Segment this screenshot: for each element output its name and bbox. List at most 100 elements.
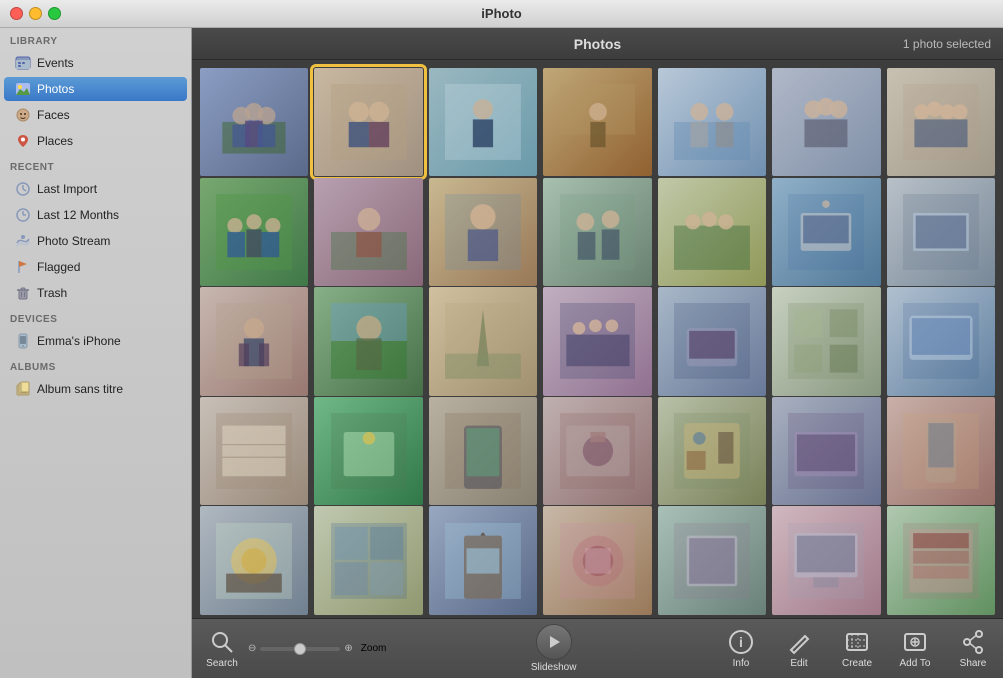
photo-thumb[interactable] <box>658 178 766 286</box>
photo-thumb[interactable] <box>772 506 880 614</box>
photo-thumb[interactable] <box>887 178 995 286</box>
sidebar-label-events: Events <box>37 56 74 70</box>
photo-thumb[interactable] <box>429 68 537 176</box>
photo-thumb[interactable] <box>658 287 766 395</box>
last-12-months-icon <box>14 206 32 224</box>
sidebar: Library Events Phot <box>0 28 192 678</box>
photo-thumb[interactable] <box>314 397 422 505</box>
slideshow-icon <box>536 624 572 660</box>
photo-thumb[interactable] <box>658 397 766 505</box>
photo-thumb[interactable] <box>429 397 537 505</box>
toolbar: Search ⊖ ⊕ Zoom <box>192 618 1003 678</box>
zoom-thumb <box>294 643 306 655</box>
edit-icon <box>785 628 813 656</box>
create-label: Create <box>842 658 872 669</box>
sidebar-item-last-import[interactable]: Last Import <box>4 177 187 201</box>
main-container: Library Events Phot <box>0 28 1003 678</box>
sidebar-item-places[interactable]: Places <box>4 129 187 153</box>
photo-thumb[interactable] <box>772 178 880 286</box>
events-icon <box>14 54 32 72</box>
photo-thumb[interactable] <box>429 506 537 614</box>
library-section-header: Library <box>0 28 191 50</box>
add-to-button[interactable]: Add To <box>895 628 935 669</box>
svg-text:i: i <box>739 634 743 650</box>
minimize-button[interactable] <box>29 7 42 20</box>
photo-thumb[interactable] <box>543 397 651 505</box>
sidebar-label-flagged: Flagged <box>37 260 80 274</box>
photo-stream-icon <box>14 232 32 250</box>
close-button[interactable] <box>10 7 23 20</box>
faces-icon <box>14 106 32 124</box>
sidebar-item-photos[interactable]: Photos <box>4 77 187 101</box>
sidebar-item-photo-stream[interactable]: Photo Stream <box>4 229 187 253</box>
sidebar-item-trash[interactable]: Trash <box>4 281 187 305</box>
sidebar-label-emmas-iphone: Emma's iPhone <box>37 334 121 348</box>
photo-thumb[interactable] <box>429 178 537 286</box>
photo-thumb[interactable] <box>314 506 422 614</box>
photo-thumb[interactable] <box>200 178 308 286</box>
create-button[interactable]: Create <box>837 628 877 669</box>
places-icon <box>14 132 32 150</box>
photo-thumb[interactable] <box>543 68 651 176</box>
sidebar-label-faces: Faces <box>37 108 70 122</box>
window-title: iPhoto <box>481 6 521 21</box>
search-button[interactable]: Search <box>202 628 242 669</box>
photo-thumb[interactable] <box>200 287 308 395</box>
photo-thumb[interactable] <box>314 68 422 176</box>
titlebar: iPhoto <box>0 0 1003 28</box>
photo-thumb[interactable] <box>200 397 308 505</box>
info-button[interactable]: i Info <box>721 628 761 669</box>
toolbar-left: Search ⊖ ⊕ Zoom <box>202 628 386 669</box>
toolbar-center: Slideshow <box>531 624 577 673</box>
photo-thumb[interactable] <box>658 506 766 614</box>
share-button[interactable]: Share <box>953 628 993 669</box>
photo-thumb[interactable] <box>429 287 537 395</box>
photo-thumb[interactable] <box>887 68 995 176</box>
zoom-slider[interactable] <box>260 647 340 651</box>
photo-header: Photos 1 photo selected <box>192 28 1003 60</box>
recent-section-header: Recent <box>0 154 191 176</box>
photo-thumb[interactable] <box>543 506 651 614</box>
photo-thumb[interactable] <box>887 287 995 395</box>
maximize-button[interactable] <box>48 7 61 20</box>
sidebar-item-events[interactable]: Events <box>4 51 187 75</box>
photo-thumb[interactable] <box>887 506 995 614</box>
photo-thumb[interactable] <box>658 68 766 176</box>
slideshow-button[interactable]: Slideshow <box>531 624 577 673</box>
sidebar-item-emmas-iphone[interactable]: Emma's iPhone <box>4 329 187 353</box>
sidebar-item-album-sans-titre[interactable]: Album sans titre <box>4 377 187 401</box>
sidebar-label-trash: Trash <box>37 286 67 300</box>
sidebar-item-flagged[interactable]: Flagged <box>4 255 187 279</box>
zoom-control: ⊖ ⊕ Zoom <box>248 643 386 654</box>
sidebar-item-faces[interactable]: Faces <box>4 103 187 127</box>
search-label: Search <box>206 658 238 669</box>
photo-thumb[interactable] <box>772 287 880 395</box>
sidebar-item-last-12-months[interactable]: Last 12 Months <box>4 203 187 227</box>
zoom-label: Zoom <box>361 643 387 654</box>
edit-button[interactable]: Edit <box>779 628 819 669</box>
last-import-icon <box>14 180 32 198</box>
create-icon <box>843 628 871 656</box>
selection-count: 1 photo selected <box>903 37 991 51</box>
trash-icon <box>14 284 32 302</box>
add-to-label: Add To <box>900 658 931 669</box>
share-label: Share <box>960 658 987 669</box>
sidebar-label-album-sans-titre: Album sans titre <box>37 382 123 396</box>
photo-thumb[interactable] <box>772 68 880 176</box>
slideshow-label: Slideshow <box>531 662 577 673</box>
share-icon <box>959 628 987 656</box>
photo-thumb[interactable] <box>200 506 308 614</box>
photo-thumb[interactable] <box>543 178 651 286</box>
info-label: Info <box>733 658 750 669</box>
photo-thumb[interactable] <box>314 178 422 286</box>
photo-thumb[interactable] <box>200 68 308 176</box>
photo-thumb[interactable] <box>543 287 651 395</box>
photo-thumb[interactable] <box>887 397 995 505</box>
photo-grid <box>192 60 1003 618</box>
info-icon: i <box>727 628 755 656</box>
zoom-out-icon: ⊖ <box>248 643 256 654</box>
sidebar-label-last-import: Last Import <box>37 182 97 196</box>
photo-thumb[interactable] <box>314 287 422 395</box>
albums-section-header: Albums <box>0 354 191 376</box>
photo-thumb[interactable] <box>772 397 880 505</box>
